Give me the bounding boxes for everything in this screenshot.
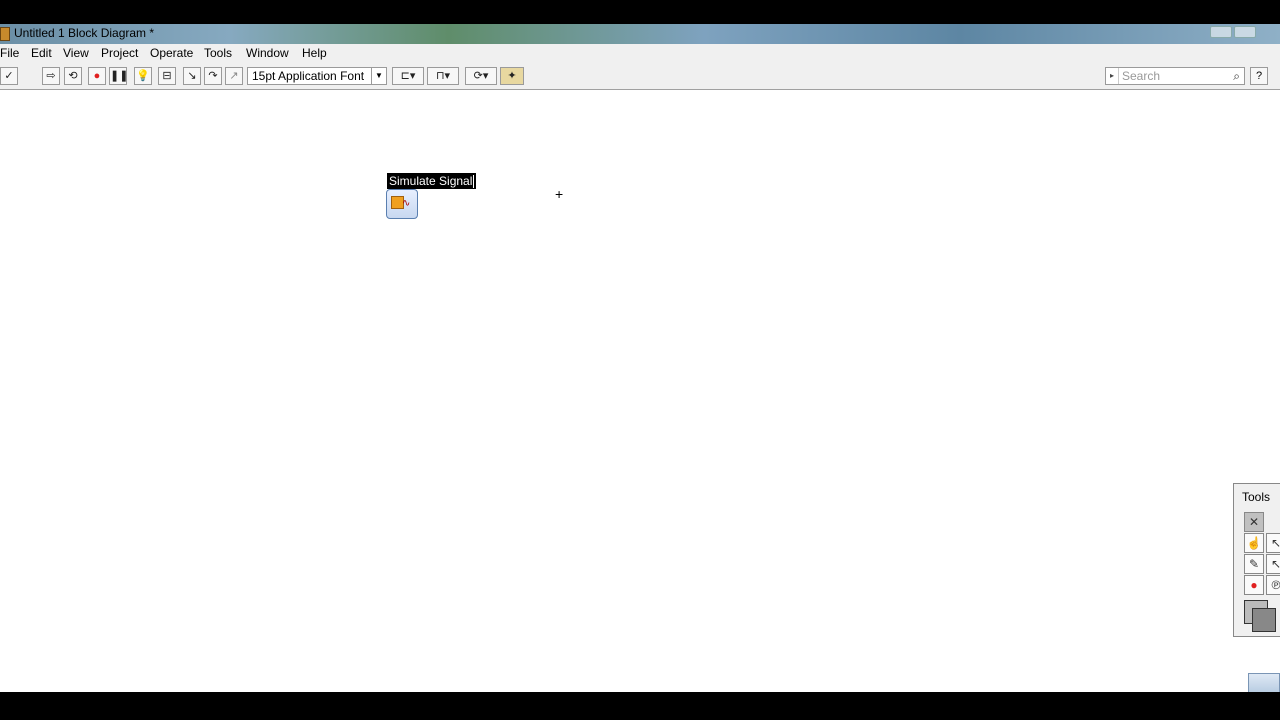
chevron-down-icon: ▼ — [371, 68, 386, 84]
menu-edit[interactable]: Edit — [31, 46, 52, 60]
checkmark-icon[interactable]: ✓ — [0, 67, 18, 85]
step-over-icon[interactable]: ↷ — [204, 67, 222, 85]
window-title: Untitled 1 Block Diagram * — [14, 26, 155, 40]
align-objects-icon[interactable]: ⊏▾ — [392, 67, 424, 85]
labview-app-icon — [0, 27, 10, 41]
maximize-button[interactable] — [1234, 26, 1256, 38]
menu-project[interactable]: Project — [101, 46, 138, 60]
node-label[interactable]: Simulate Signal — [387, 173, 477, 189]
position-select-arrow-icon[interactable]: ↖ — [1266, 533, 1280, 553]
connect-wire-icon[interactable]: ✎ — [1244, 554, 1264, 574]
background-color-icon[interactable] — [1252, 608, 1276, 632]
menu-tools[interactable]: Tools — [204, 46, 232, 60]
breakpoint-icon[interactable]: ● — [1244, 575, 1264, 595]
automatic-tool-icon[interactable]: ✕ — [1244, 512, 1264, 532]
minimize-button[interactable] — [1210, 26, 1232, 38]
font-selector-value: 15pt Application Font — [252, 69, 365, 83]
toolbar: ✓ ⇨ ⟲ ● ❚❚ 💡 ⊟ ↘ ↷ ↗ 15pt Application Fo… — [0, 63, 1280, 90]
tools-palette-title: Tools — [1242, 490, 1271, 504]
font-selector[interactable]: 15pt Application Font ▼ — [247, 67, 387, 85]
abort-icon[interactable]: ● — [88, 67, 106, 85]
taskbar-preview-button[interactable] — [1248, 673, 1280, 692]
retain-wire-values-icon[interactable]: ⊟ — [158, 67, 176, 85]
reorder-icon[interactable]: ⟳▾ — [465, 67, 497, 85]
search-icon[interactable]: ⌕ — [1233, 68, 1240, 84]
distribute-objects-icon[interactable]: ⊓▾ — [427, 67, 459, 85]
pause-icon[interactable]: ❚❚ — [109, 67, 128, 85]
context-help-button[interactable]: ? — [1250, 67, 1268, 85]
signal-wave-icon: ∿ — [402, 198, 411, 209]
search-input[interactable]: ▸ Search ⌕ — [1105, 67, 1245, 85]
menu-help[interactable]: Help — [302, 46, 327, 60]
object-shortcut-menu-icon[interactable]: ↖ — [1266, 554, 1280, 574]
title-bar[interactable]: Untitled 1 Block Diagram * — [0, 24, 1280, 44]
block-diagram-window: Untitled 1 Block Diagram * File Edit Vie… — [0, 24, 1280, 692]
menu-operate[interactable]: Operate — [150, 46, 193, 60]
menu-view[interactable]: View — [63, 46, 89, 60]
node-label-text: Simulate Signal — [389, 174, 473, 188]
search-options-icon[interactable]: ▸ — [1106, 68, 1119, 84]
operate-value-hand-icon[interactable]: ☝ — [1244, 533, 1264, 553]
menu-window[interactable]: Window — [246, 46, 289, 60]
step-into-icon[interactable]: ↘ — [183, 67, 201, 85]
highlight-execution-icon[interactable]: 💡 — [134, 67, 152, 85]
tools-palette: Tools ✕ ☝ ↖ ✎ ↖ ● ℗ — [1233, 483, 1280, 637]
window-controls — [1210, 26, 1256, 38]
probe-icon[interactable]: ℗ — [1266, 575, 1280, 595]
step-out-icon: ↗ — [225, 67, 243, 85]
run-continuously-icon[interactable]: ⟲ — [64, 67, 82, 85]
menu-file[interactable]: File — [0, 46, 19, 60]
simulate-signal-icon[interactable]: ∿ — [386, 189, 418, 219]
run-arrow-icon[interactable]: ⇨ — [42, 67, 60, 85]
crosshair-cursor-icon: + — [555, 186, 564, 202]
text-caret — [473, 175, 475, 189]
clean-up-diagram-icon[interactable]: ✦ — [500, 67, 524, 85]
menu-bar: File Edit View Project Operate Tools Win… — [0, 44, 1280, 63]
search-placeholder: Search — [1122, 69, 1161, 83]
